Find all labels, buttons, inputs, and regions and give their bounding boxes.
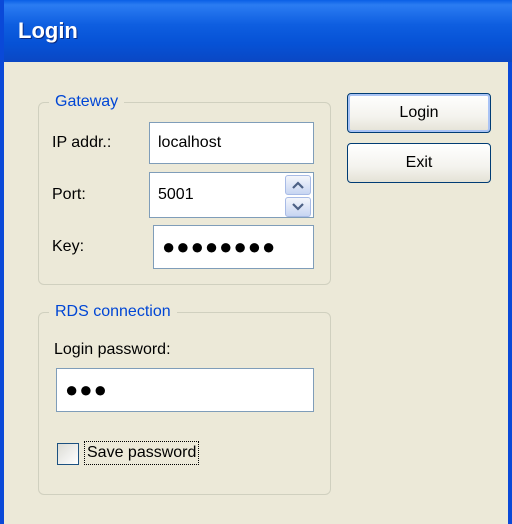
port-spin-down-button[interactable] (285, 197, 311, 217)
port-spin-control (285, 175, 311, 217)
key-masked-value: ●●●●●●●● (162, 234, 277, 259)
exit-button[interactable]: Exit (347, 143, 491, 183)
port-label: Port: (52, 186, 86, 203)
title-bar[interactable]: Login (4, 0, 512, 62)
save-password-checkbox[interactable] (57, 443, 79, 465)
save-password-label[interactable]: Save password (84, 441, 200, 465)
rds-connection-legend: RDS connection (49, 302, 177, 322)
ip-address-input[interactable]: localhost (149, 122, 314, 164)
port-spin-up-button[interactable] (285, 175, 311, 195)
ip-address-label: IP addr.: (52, 134, 112, 151)
login-password-label: Login password: (54, 341, 171, 358)
exit-button-label: Exit (405, 154, 433, 171)
login-button-label: Login (399, 104, 439, 121)
chevron-down-icon (292, 203, 304, 211)
key-input[interactable]: ●●●●●●●● (153, 225, 314, 269)
login-window: Login Gateway IP addr.: localhost Port: … (0, 0, 512, 524)
chevron-up-icon (292, 181, 304, 189)
login-button[interactable]: Login (347, 93, 491, 133)
port-spinbox[interactable]: 5001 (149, 172, 314, 218)
port-value: 5001 (158, 186, 194, 203)
key-label: Key: (52, 238, 85, 255)
login-password-masked-value: ●●● (65, 377, 108, 402)
window-title: Login (18, 18, 78, 43)
login-password-input[interactable]: ●●● (56, 368, 314, 412)
gateway-legend: Gateway (49, 92, 125, 112)
ip-address-value: localhost (158, 134, 222, 151)
